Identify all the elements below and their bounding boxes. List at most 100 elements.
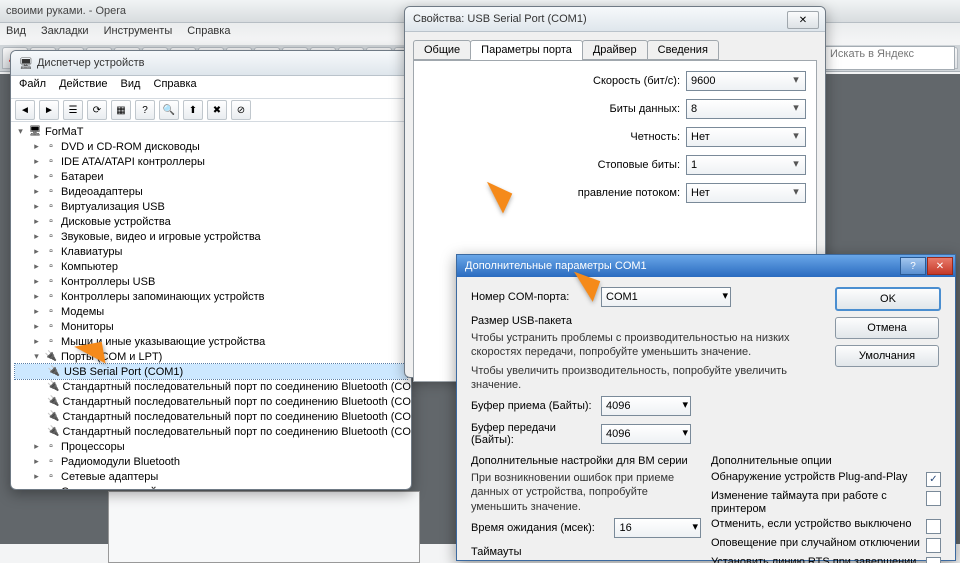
option-label: Отменить, если устройство выключено: [711, 518, 920, 531]
device-icon: ▫: [44, 215, 58, 229]
tree-category[interactable]: ▸▫Компьютер: [15, 259, 407, 274]
cancel-button[interactable]: Отмена: [835, 317, 939, 339]
menu-help[interactable]: Справка: [187, 25, 230, 37]
update-icon[interactable]: ⬆: [183, 100, 203, 120]
help-button[interactable]: ?: [900, 257, 926, 275]
tree-category[interactable]: ▸▫Видеоадаптеры: [15, 184, 407, 199]
tree-category[interactable]: ▸▫Виртуализация USB: [15, 199, 407, 214]
port-icon: 🔌: [47, 410, 59, 424]
device-icon: ▫: [44, 290, 58, 304]
scan-icon[interactable]: 🔍: [159, 100, 179, 120]
dm-menu-help[interactable]: Справка: [154, 78, 197, 90]
tree-category[interactable]: ▸▫Мониторы: [15, 319, 407, 334]
disable-icon[interactable]: ⊘: [231, 100, 251, 120]
computer-icon: 🖥: [28, 125, 42, 139]
dm-menu-view[interactable]: Вид: [121, 78, 141, 90]
tree-category[interactable]: ▸▫Контроллеры запоминающих устройств: [15, 289, 407, 304]
tree-category[interactable]: ▸▫IDE ATA/ATAPI контроллеры: [15, 154, 407, 169]
rx-combo[interactable]: 4096: [601, 396, 691, 416]
tree-category[interactable]: ▸▫Радиомодули Bluetooth: [15, 454, 407, 469]
speed-label: Скорость (бит/с):: [593, 75, 680, 87]
latency-combo[interactable]: 16: [614, 518, 701, 538]
tree-bt-port[interactable]: 🔌Стандартный последовательный порт по со…: [15, 394, 407, 409]
tree-category[interactable]: ▸▫Сетевые адаптеры: [15, 469, 407, 484]
menu-view[interactable]: Вид: [6, 25, 26, 37]
dm-menu-action[interactable]: Действие: [59, 78, 107, 90]
tab-port-settings[interactable]: Параметры порта: [470, 40, 583, 60]
flowctl-label: правление потоком:: [578, 187, 680, 199]
device-icon: ▫: [44, 305, 58, 319]
help-icon[interactable]: ?: [135, 100, 155, 120]
tree-category[interactable]: ▸▫Модемы: [15, 304, 407, 319]
tx-combo[interactable]: 4096: [601, 424, 691, 444]
device-icon: ▫: [44, 320, 58, 334]
props-title: Свойства: USB Serial Port (COM1): [413, 13, 587, 25]
tree-category[interactable]: ▸▫DVD и CD-ROM дисководы: [15, 139, 407, 154]
tree-category[interactable]: ▸▫Системные устройства: [15, 484, 407, 489]
tree-bt-port[interactable]: 🔌Стандартный последовательный порт по со…: [15, 379, 407, 394]
tree-category[interactable]: ▸▫Батареи: [15, 169, 407, 184]
parity-label: Четность:: [630, 131, 680, 143]
device-icon: ▫: [44, 245, 58, 259]
dm-menubar[interactable]: Файл Действие Вид Справка: [11, 76, 411, 99]
show-icon[interactable]: ☰: [63, 100, 83, 120]
device-icon: ▫: [44, 200, 58, 214]
adv-titlebar: Дополнительные параметры COM1 ? ✕: [457, 255, 955, 277]
option-checkbox[interactable]: [926, 557, 941, 563]
option-row: Изменение таймаута при работе с принтеро…: [711, 490, 941, 515]
tree-bt-port[interactable]: 🔌Стандартный последовательный порт по со…: [15, 424, 407, 439]
usb-help-text: Чтобы увеличить производительность, попр…: [471, 364, 791, 393]
opera-search-input[interactable]: Искать в Яндекс: [825, 46, 955, 70]
comport-combo[interactable]: COM1: [601, 287, 731, 307]
tx-label: Буфер передачи (Байты):: [471, 422, 601, 446]
back-icon[interactable]: ◄: [15, 100, 35, 120]
databits-label: Биты данных:: [609, 103, 680, 115]
parity-combo[interactable]: Нет: [686, 127, 806, 147]
tab-details[interactable]: Сведения: [647, 40, 719, 60]
menu-bookmarks[interactable]: Закладки: [41, 25, 89, 37]
option-checkbox[interactable]: [926, 491, 941, 506]
dm-tree[interactable]: ▾🖥ForMaT ▸▫DVD и CD-ROM дисководы▸▫IDE A…: [11, 122, 411, 489]
option-row: Оповещение при случайном отключении: [711, 537, 941, 553]
menu-tools[interactable]: Инструменты: [104, 25, 173, 37]
option-checkbox[interactable]: ✓: [926, 472, 941, 487]
tree-category[interactable]: ▸▫Дисковые устройства: [15, 214, 407, 229]
tree-bt-port[interactable]: 🔌Стандартный последовательный порт по со…: [15, 409, 407, 424]
close-button[interactable]: ✕: [787, 11, 819, 29]
close-button[interactable]: ✕: [927, 257, 953, 275]
dm-menu-file[interactable]: Файл: [19, 78, 46, 90]
dm-toolbar[interactable]: ◄ ► ☰ ⟳ ▦ ? 🔍 ⬆ ✖ ⊘: [11, 99, 411, 122]
latency-label: Время ожидания (мсек):: [471, 522, 614, 534]
databits-combo[interactable]: 8: [686, 99, 806, 119]
props-tabs[interactable]: Общие Параметры порта Драйвер Сведения: [413, 40, 817, 60]
stopbits-label: Стоповые биты:: [598, 159, 680, 171]
props-icon[interactable]: ▦: [111, 100, 131, 120]
option-label: Оповещение при случайном отключении: [711, 537, 920, 550]
flowctl-combo[interactable]: Нет: [686, 183, 806, 203]
tree-root[interactable]: ▾🖥ForMaT: [15, 124, 407, 139]
tab-general[interactable]: Общие: [413, 40, 471, 60]
uninstall-icon[interactable]: ✖: [207, 100, 227, 120]
tree-category[interactable]: ▸▫Контроллеры USB: [15, 274, 407, 289]
device-icon: ▫: [44, 455, 58, 469]
device-icon: ▫: [44, 140, 58, 154]
ok-button[interactable]: OK: [835, 287, 941, 311]
device-icon: ▫: [44, 470, 58, 484]
option-checkbox[interactable]: [926, 519, 941, 534]
stopbits-combo[interactable]: 1: [686, 155, 806, 175]
tab-driver[interactable]: Драйвер: [582, 40, 648, 60]
option-label: Обнаружение устройств Plug-and-Play: [711, 471, 920, 484]
forward-icon[interactable]: ►: [39, 100, 59, 120]
defaults-button[interactable]: Умолчания: [835, 345, 939, 367]
speed-combo[interactable]: 9600: [686, 71, 806, 91]
tree-category[interactable]: ▸▫Клавиатуры: [15, 244, 407, 259]
port-icon: 🔌: [47, 425, 59, 439]
option-checkbox[interactable]: [926, 538, 941, 553]
device-icon: ▫: [44, 440, 58, 454]
tree-category[interactable]: ▸▫Звуковые, видео и игровые устройства: [15, 229, 407, 244]
tree-category[interactable]: ▸▫Процессоры: [15, 439, 407, 454]
port-icon: 🔌: [47, 380, 59, 394]
usb-help-text: Чтобы устранить проблемы с производитель…: [471, 331, 791, 360]
rx-label: Буфер приема (Байты):: [471, 400, 601, 412]
refresh-icon[interactable]: ⟳: [87, 100, 107, 120]
